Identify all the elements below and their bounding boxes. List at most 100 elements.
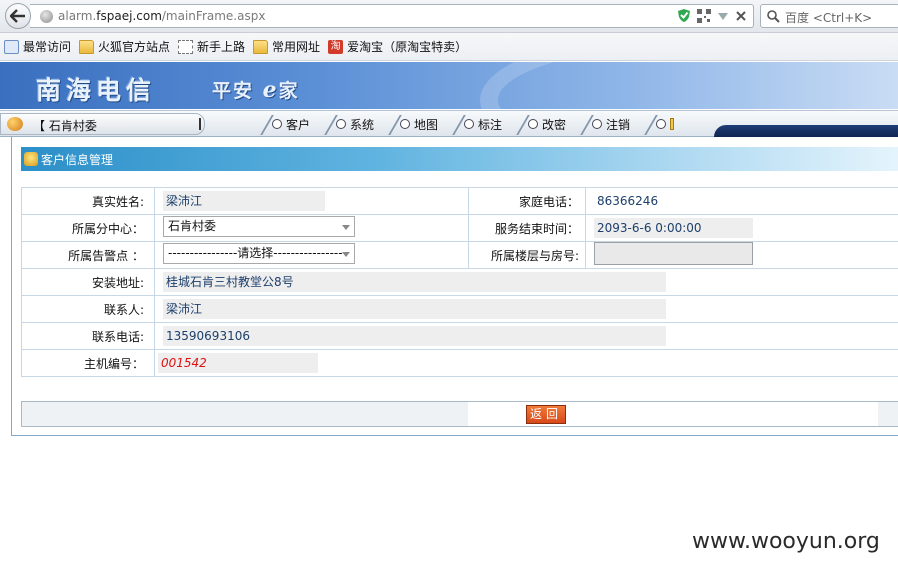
button-row: 返回 — [21, 401, 898, 427]
branch-cell: 石肯村委 — [154, 214, 469, 242]
table-row: 联系电话: 13590693106 — [21, 322, 898, 350]
nav-tab-system[interactable]: 系统 — [314, 113, 378, 135]
real-name-label: 真实姓名: — [21, 187, 155, 215]
branch-select-value: 石肯村委 — [168, 219, 217, 233]
alarm-point-select[interactable]: ----------------请选择---------------- — [163, 243, 355, 264]
document-icon — [670, 118, 674, 130]
address-label: 安装地址: — [21, 268, 155, 296]
search-icon — [767, 10, 780, 23]
bookmark-label: 新手上路 — [197, 40, 246, 54]
user-icon — [7, 117, 23, 131]
panel-header-icon — [24, 152, 38, 166]
search-box[interactable]: 百度 <Ctrl+K> — [760, 4, 898, 28]
nav-tab-label: 系统 — [350, 117, 375, 132]
chevron-down-icon — [342, 225, 350, 230]
bracket-mark — [199, 118, 201, 130]
nav-tab-label: 注销 — [606, 117, 631, 132]
back-button[interactable] — [5, 3, 31, 29]
nav-decoration — [714, 125, 898, 137]
url-bar[interactable]: alarm.fspaej.com/mainFrame.aspx — [30, 4, 754, 28]
radio-dot-icon — [656, 119, 666, 129]
service-end-label: 服务结束时间： — [468, 214, 586, 242]
contact-cell: 梁沛江 — [154, 295, 898, 323]
bookmark-common-sites[interactable]: 常用网址 — [253, 38, 320, 55]
panel-header: 客户信息管理 — [21, 147, 898, 171]
app-banner: 南海电信 平安 e家 — [0, 62, 898, 109]
table-row: 安装地址: 桂城石肯三村教堂公8号 — [21, 268, 898, 296]
address-field[interactable]: 桂城石肯三村教堂公8号 — [163, 272, 666, 292]
folder-icon — [253, 39, 269, 54]
bookmark-taobao[interactable]: 淘爱淘宝（原淘宝特卖） — [328, 38, 467, 55]
banner-title: 南海电信 — [36, 76, 157, 105]
alarm-point-cell: ----------------请选择---------------- — [154, 241, 469, 269]
magnifier-icon — [4, 39, 19, 54]
branch-label: 所属分中心： — [21, 214, 155, 242]
user-info: 【 石肯村委 — [0, 113, 205, 135]
nav-tab-customer[interactable]: 客户 — [250, 113, 314, 135]
host-no-field[interactable]: 001542 — [158, 353, 318, 373]
radio-dot-icon — [592, 119, 602, 129]
qr-code-icon[interactable] — [697, 8, 711, 23]
bookmark-label: 火狐官方站点 — [98, 40, 171, 54]
globe-icon — [40, 10, 53, 23]
contact-phone-label: 联系电话: — [21, 322, 155, 350]
browser-toolbar: alarm.fspaej.com/mainFrame.aspx 百度 <Ctrl… — [0, 0, 898, 33]
nav-tab-change-password[interactable]: 改密 — [506, 113, 570, 135]
watermark: www.wooyun.org — [692, 529, 880, 554]
banner-subtitle: 平安 e家 — [212, 77, 300, 103]
nav-tab-logout[interactable]: 注销 — [570, 113, 634, 135]
bookmark-label: 爱淘宝（原淘宝特卖） — [347, 40, 468, 54]
floor-room-input[interactable] — [594, 242, 753, 265]
bookmarks-bar: 最常访问 火狐官方站点 新手上路 常用网址 淘爱淘宝（原淘宝特卖） — [0, 33, 898, 61]
bookmark-getting-started[interactable]: 新手上路 — [178, 38, 245, 55]
nav-tab-label: 客户 — [286, 117, 311, 132]
nav-tab-label: 标注 — [478, 117, 503, 132]
contact-phone-cell: 13590693106 — [154, 322, 898, 350]
real-name-cell: 梁沛江 — [154, 187, 469, 215]
search-placeholder: 百度 <Ctrl+K> — [785, 11, 873, 25]
radio-dot-icon — [272, 119, 282, 129]
return-button[interactable]: 返回 — [526, 405, 566, 424]
customer-panel: 客户信息管理 真实姓名: 梁沛江 家庭电话： 86366246 所属分中心： 石… — [11, 137, 898, 436]
table-row: 所属告警点 ： ----------------请选择-------------… — [21, 241, 898, 269]
shield-icon[interactable] — [677, 8, 691, 23]
dotted-page-icon — [178, 39, 194, 54]
bookmark-label: 常用网址 — [272, 40, 321, 54]
nav-tab-label: 地图 — [414, 117, 439, 132]
customer-info-table: 真实姓名: 梁沛江 家庭电话： 86366246 所属分中心： 石肯村委 服务结… — [21, 187, 898, 377]
table-row: 联系人: 梁沛江 — [21, 295, 898, 323]
table-row: 所属分中心： 石肯村委 服务结束时间： 2093-6-6 0:00:00 — [21, 214, 898, 242]
radio-dot-icon — [400, 119, 410, 129]
real-name-field[interactable]: 梁沛江 — [163, 191, 325, 211]
back-arrow-icon — [10, 9, 25, 23]
alarm-point-label: 所属告警点 ： — [21, 241, 155, 269]
bookmark-most-visited[interactable]: 最常访问 — [4, 38, 71, 55]
taobao-icon: 淘 — [328, 39, 344, 54]
alarm-point-select-value: ----------------请选择---------------- — [168, 246, 343, 260]
user-name: 【 石肯村委 — [33, 119, 97, 133]
contact-field[interactable]: 梁沛江 — [163, 299, 666, 319]
bookmark-firefox-site[interactable]: 火狐官方站点 — [79, 38, 170, 55]
nav-tab-annotate[interactable]: 标注 — [442, 113, 506, 135]
panel-title: 客户信息管理 — [41, 153, 114, 167]
nav-tabs: 客户 系统 地图 标注 改密 注销 — [250, 113, 674, 135]
chevron-down-icon — [342, 252, 350, 257]
radio-dot-icon — [336, 119, 346, 129]
nav-tab-label: 改密 — [542, 117, 567, 132]
home-phone-label: 家庭电话： — [468, 187, 586, 215]
service-end-cell: 2093-6-6 0:00:00 — [585, 214, 898, 242]
branch-select[interactable]: 石肯村委 — [163, 216, 355, 237]
contact-phone-field[interactable]: 13590693106 — [163, 326, 666, 346]
nav-bar: 【 石肯村委 客户 系统 地图 标注 改密 注销 — [0, 110, 898, 137]
service-end-field[interactable]: 2093-6-6 0:00:00 — [594, 218, 753, 238]
bookmark-label: 最常访问 — [23, 40, 72, 54]
radio-dot-icon — [528, 119, 538, 129]
floor-room-label: 所属楼层与房号: — [468, 241, 586, 269]
nav-tab-map[interactable]: 地图 — [378, 113, 442, 135]
floor-room-cell — [585, 241, 898, 269]
dropdown-icon[interactable] — [717, 10, 729, 22]
home-phone-value: 86366246 — [597, 194, 659, 208]
nav-tab-extra[interactable] — [634, 113, 674, 135]
table-row: 真实姓名: 梁沛江 家庭电话： 86366246 — [21, 187, 898, 215]
close-icon[interactable] — [735, 10, 747, 22]
